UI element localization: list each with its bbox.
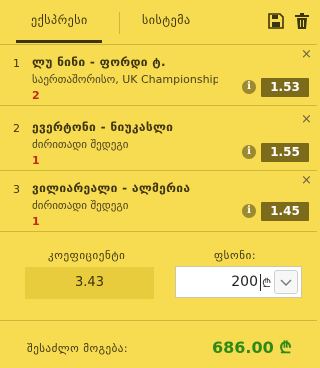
bet-title: ევერტონი - ნიუკასლი	[32, 120, 174, 134]
odds-badge: 1.45	[261, 202, 309, 221]
bet-title: ვილიარეალი - ალმერია	[32, 181, 191, 195]
info-icon[interactable]: i	[242, 204, 256, 218]
odds-badge: 1.55	[261, 143, 309, 162]
stake-input[interactable]	[176, 267, 258, 297]
close-icon[interactable]: ×	[301, 174, 312, 187]
bet-subtitle: საერთაშორისო, UK Championship	[32, 73, 218, 86]
coefficient-value: 3.43	[25, 267, 154, 299]
bet-item: 2 ევერტონი - ნიუკასლი ძირითადი შედეგი 1 …	[0, 110, 317, 171]
possible-win-value: 686.00 ₾	[212, 338, 292, 357]
stake-label: ფსონი:	[214, 249, 257, 262]
bet-pick: 2	[32, 89, 40, 102]
save-icon[interactable]	[268, 13, 284, 29]
bet-index: 1	[13, 57, 20, 70]
active-tab-underline	[16, 40, 102, 43]
bet-item: 1 ლუ ნინი - ფორდი ტ. საერთაშორისო, UK Ch…	[0, 45, 317, 106]
coefficient-label: კოეფიციენტი	[48, 249, 126, 262]
bet-pick: 1	[32, 215, 40, 228]
info-icon[interactable]: i	[242, 80, 256, 94]
bet-subtitle: ძირითადი შედეგი	[32, 199, 129, 212]
stake-currency: ₾	[262, 276, 272, 290]
info-icon[interactable]: i	[242, 145, 256, 159]
bet-index: 3	[13, 183, 20, 196]
chevron-down-icon	[280, 279, 292, 286]
stake-field: ₾	[175, 266, 302, 298]
tab-system[interactable]: სისტემა	[142, 13, 191, 27]
text-caret	[260, 274, 261, 291]
bet-subtitle: ძირითადი შედეგი	[32, 138, 129, 151]
bet-pick: 1	[32, 154, 40, 167]
bet-slip-tabs: ექსპრესი სისტემა	[0, 0, 317, 45]
close-icon[interactable]: ×	[301, 48, 312, 61]
close-icon[interactable]: ×	[301, 113, 312, 126]
possible-win-label: შესაძლო მოგება:	[27, 342, 129, 355]
bet-item: 3 ვილიარეალი - ალმერია ძირითადი შედეგი 1…	[0, 171, 317, 232]
odds-badge: 1.53	[261, 78, 309, 97]
stake-dropdown[interactable]	[274, 270, 298, 294]
bet-index: 2	[13, 122, 20, 135]
tab-divider	[119, 12, 120, 34]
summary-divider	[0, 320, 317, 321]
tab-express[interactable]: ექსპრესი	[31, 13, 88, 27]
bet-title: ლუ ნინი - ფორდი ტ.	[32, 55, 166, 69]
trash-icon[interactable]	[294, 13, 310, 29]
